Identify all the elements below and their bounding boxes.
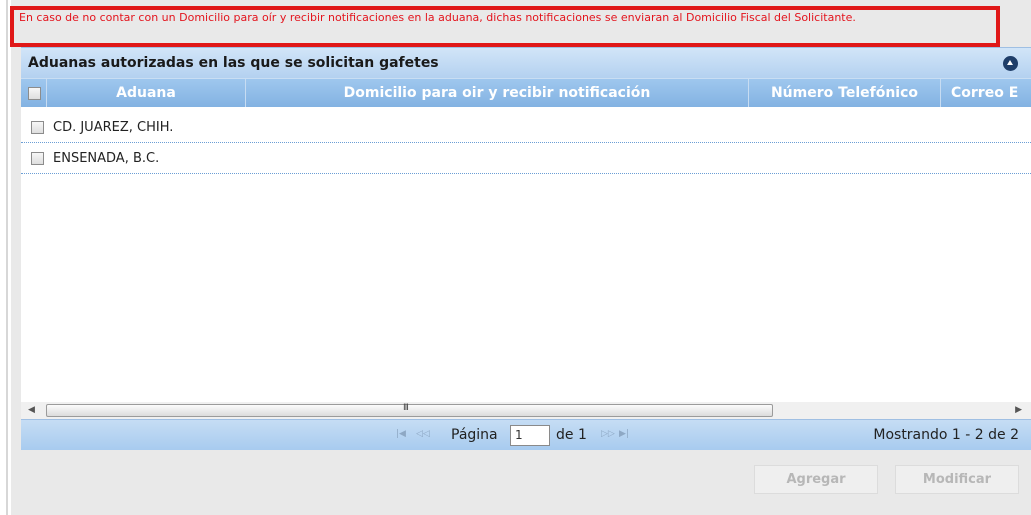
horizontal-scrollbar[interactable]: ◀ III ▶	[21, 402, 1031, 419]
column-header-aduana[interactable]: Aduana	[47, 79, 246, 107]
modificar-button[interactable]: Modificar	[895, 465, 1019, 494]
header-select-all-cell	[21, 79, 47, 107]
pager-bar: |◀ ◁◁ Página 1 de 1 ▷▷ ▶| Mostrando 1 - …	[21, 419, 1031, 450]
grid-caption: Aduanas autorizadas en las que se solici…	[21, 47, 1031, 78]
last-page-icon[interactable]: ▶|	[619, 429, 629, 439]
collapse-toggle-icon[interactable]	[1003, 56, 1018, 71]
scrollbar-thumb[interactable]: III	[46, 403, 773, 417]
page-total-label: de 1	[556, 427, 587, 443]
scroll-right-icon[interactable]: ▶	[1015, 405, 1022, 415]
row-checkbox[interactable]	[31, 121, 44, 134]
next-page-icon[interactable]: ▷▷	[601, 429, 615, 439]
notice-box: En caso de no contar con un Domicilio pa…	[10, 6, 1000, 47]
agregar-button[interactable]: Agregar	[754, 465, 878, 494]
scrollbar-grip: III	[403, 403, 409, 413]
grid-header: Aduana Domicilio para oir y recibir noti…	[21, 78, 1031, 107]
column-header-telefono[interactable]: Número Telefónico	[749, 79, 941, 107]
prev-page-icon[interactable]: ◁◁	[416, 429, 430, 439]
left-divider	[6, 0, 8, 515]
grid-title: Aduanas autorizadas en las que se solici…	[28, 55, 439, 71]
notice-text: En caso de no contar con un Domicilio pa…	[19, 11, 856, 24]
table-row[interactable]: CD. JUAREZ, CHIH.	[21, 112, 1031, 143]
aduana-cell: ENSENADA, B.C.	[53, 151, 160, 166]
aduanas-grid: Aduanas autorizadas en las que se solici…	[21, 47, 1031, 450]
page-root: En caso de no contar con un Domicilio pa…	[0, 0, 1031, 515]
scroll-left-icon[interactable]: ◀	[28, 405, 35, 415]
page-number-input[interactable]: 1	[510, 425, 550, 446]
aduana-cell: CD. JUAREZ, CHIH.	[53, 120, 174, 135]
first-page-icon[interactable]: |◀	[396, 429, 406, 439]
row-checkbox[interactable]	[31, 152, 44, 165]
column-header-correo[interactable]: Correo E	[941, 79, 1031, 107]
select-all-checkbox[interactable]	[28, 87, 41, 100]
page-label: Página	[451, 427, 498, 443]
column-header-domicilio[interactable]: Domicilio para oir y recibir notificació…	[246, 79, 749, 107]
table-row[interactable]: ENSENADA, B.C.	[21, 143, 1031, 174]
records-count: Mostrando 1 - 2 de 2	[873, 427, 1019, 443]
